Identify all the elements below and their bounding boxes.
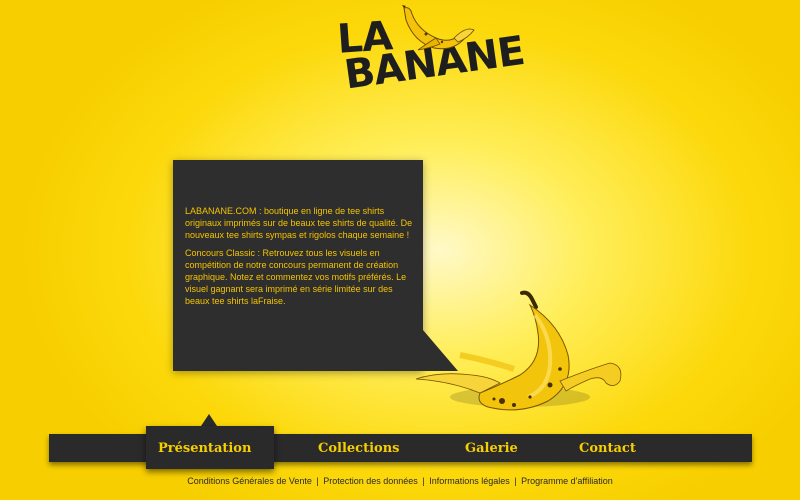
footer-link-legal[interactable]: Informations légales	[429, 476, 510, 486]
nav-item-presentation[interactable]: Présentation	[158, 441, 251, 456]
footer-separator: |	[316, 476, 319, 486]
banana-peel-icon	[402, 5, 475, 51]
site-logo[interactable]: LA BANANE	[332, 4, 527, 104]
nav-item-collections[interactable]: Collections	[318, 441, 399, 456]
intro-paragraph-1: LABANANE.COM : boutique en ligne de tee …	[185, 206, 413, 241]
intro-paragraph-2: Concours Classic : Retrouvez tous les vi…	[185, 247, 407, 307]
nav-active-pointer	[201, 414, 217, 426]
footer-link-affiliate[interactable]: Programme d'affiliation	[521, 476, 613, 486]
nav-item-contact[interactable]: Contact	[579, 441, 636, 456]
footer-link-privacy[interactable]: Protection des données	[323, 476, 418, 486]
footer-link-cgv[interactable]: Conditions Générales de Vente	[187, 476, 312, 486]
footer-links: Conditions Générales de Vente | Protecti…	[0, 476, 800, 486]
banana-peel-illustration	[415, 290, 622, 411]
footer-separator: |	[514, 476, 517, 486]
footer-separator: |	[422, 476, 425, 486]
nav-item-galerie[interactable]: Galerie	[465, 441, 518, 456]
intro-text: LABANANE.COM : boutique en ligne de tee …	[185, 205, 417, 313]
